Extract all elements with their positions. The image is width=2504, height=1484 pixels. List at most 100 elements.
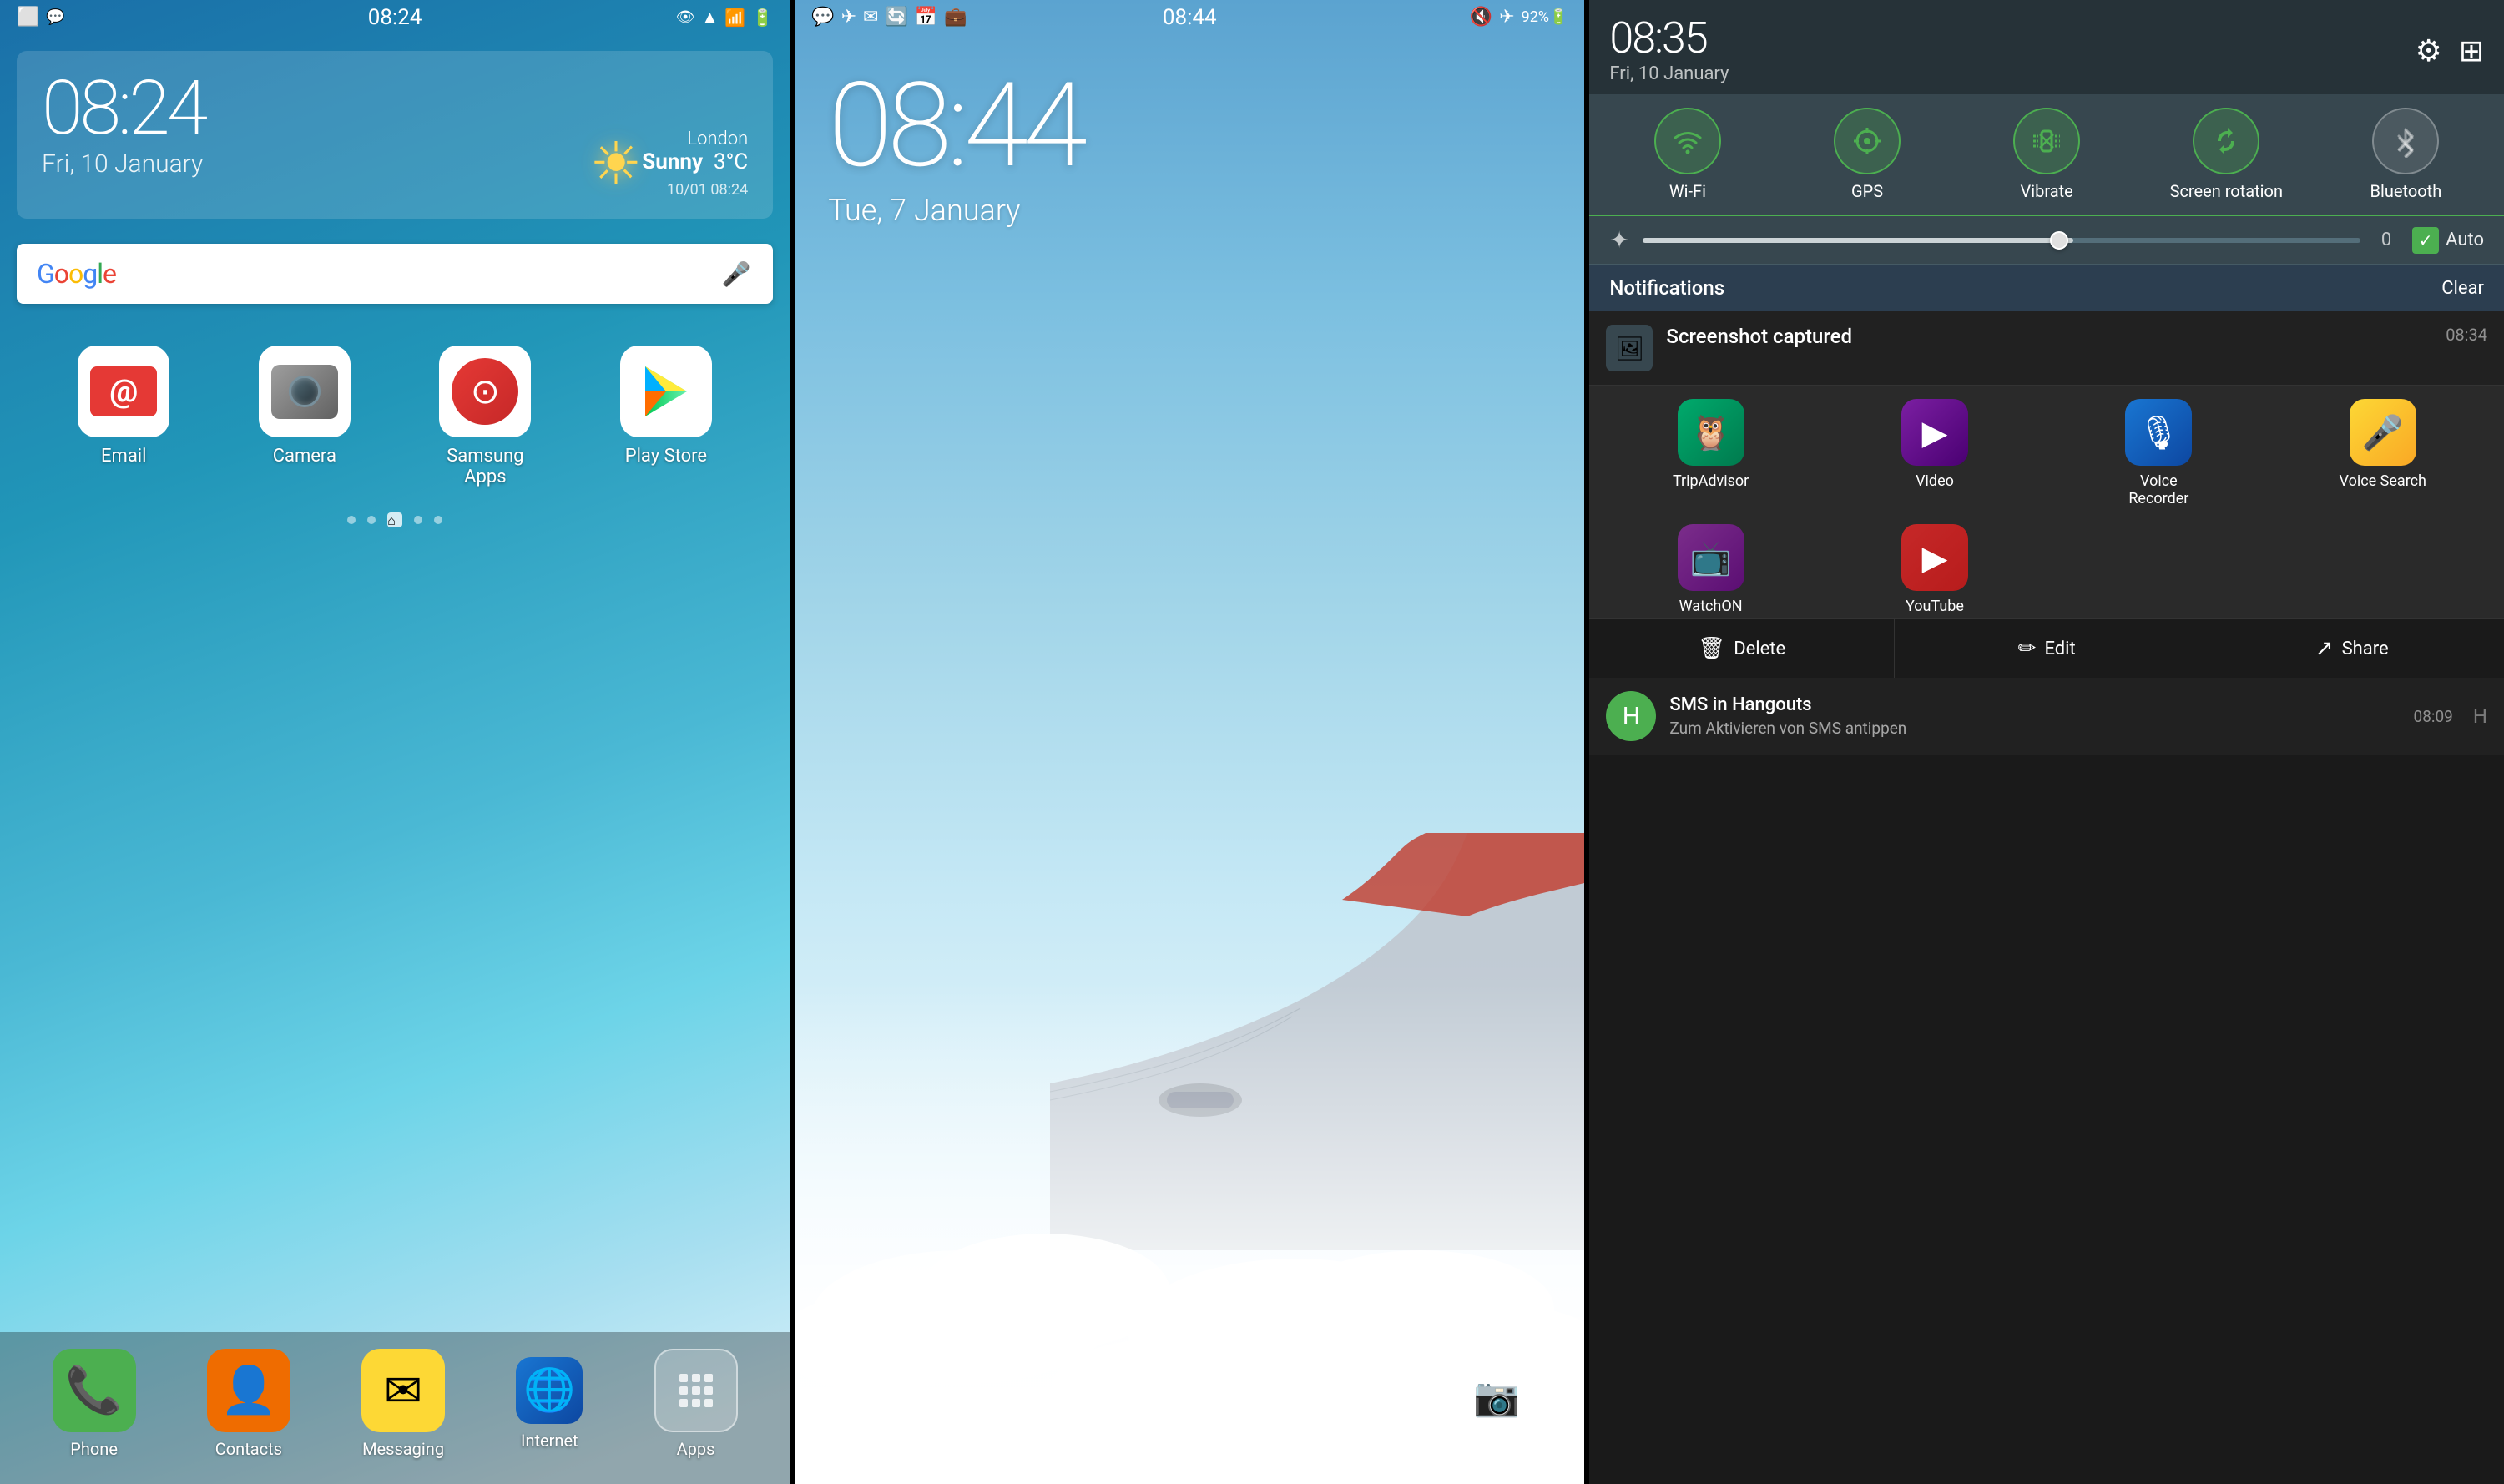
dock-internet[interactable]: 🌐 Internet (516, 1357, 583, 1451)
battery-icon: 🔋 (752, 8, 773, 28)
rotation-toggle-label: Screen rotation (2170, 181, 2283, 201)
hangouts-status-icon: 💬 (811, 7, 834, 28)
video-icon: ▶ (1901, 399, 1968, 466)
toggle-wifi[interactable]: Wi-Fi (1613, 108, 1763, 201)
voicesearch-icon: 🎤 (2350, 399, 2416, 466)
screenshot-notif-title: Screenshot captured (1666, 325, 2432, 348)
apps-drawer: 🦉 TripAdvisor ▶ Video 🎙 VoiceRecorder 🎤 … (1589, 386, 2504, 521)
screenshot-notif-time: 08:34 (2446, 325, 2487, 345)
camera-lens (289, 376, 321, 407)
screenshot-notif-icon: 🖼 (1606, 325, 1653, 371)
playstore-app-label: Play Store (625, 446, 707, 467)
dock-phone[interactable]: 📞 Phone (53, 1349, 136, 1459)
drawer-app-video[interactable]: ▶ Video (1843, 399, 2027, 507)
weather-city: London (642, 129, 748, 149)
toggle-gps[interactable]: GPS (1792, 108, 1942, 201)
apps-grid-dots (669, 1364, 723, 1417)
samsung-app-icon: ⊙ (439, 346, 531, 437)
brightness-icon: ✦ (1609, 226, 1628, 254)
hangouts-icon: 💬 (46, 8, 64, 26)
delete-action-button[interactable]: 🗑 Delete (1589, 619, 1895, 678)
bluetooth-toggle-label: Bluetooth (2370, 181, 2442, 201)
delete-action-label: Delete (1734, 639, 1785, 659)
edit-icon: ✏ (2018, 636, 2037, 661)
gps-toggle-label: GPS (1851, 181, 1883, 201)
camera-icon-inner (271, 365, 338, 419)
page-dot-2 (367, 516, 376, 524)
google-logo: Google (37, 258, 116, 290)
drawer-app-tripadvisor[interactable]: 🦉 TripAdvisor (1619, 399, 1803, 507)
battery-status-p2: 92%🔋 (1522, 8, 1568, 26)
camera-shortcut-button[interactable]: 📷 (1459, 1359, 1534, 1434)
notif-header-icons: ⚙ ⊞ (2416, 33, 2484, 68)
apps-label: Apps (677, 1439, 715, 1459)
internet-label: Internet (521, 1431, 578, 1451)
settings-icon[interactable]: ⚙ (2416, 33, 2442, 68)
share-action-button[interactable]: ↗ Share (2199, 619, 2504, 678)
contacts-label: Contacts (215, 1439, 282, 1459)
auto-brightness-checkbox[interactable]: ✓ Auto (2412, 227, 2484, 254)
edit-action-button[interactable]: ✏ Edit (1895, 619, 2200, 678)
notification-actions: 🗑 Delete ✏ Edit ↗ Share (1589, 618, 2504, 678)
toggle-rotation[interactable]: Screen rotation (2151, 108, 2301, 201)
sms-hangouts-icon: H (1606, 691, 1656, 741)
lockscreen-time: 08:44 (828, 68, 1551, 184)
watchon-label: WatchON (1679, 598, 1743, 615)
weather-timestamp: 10/01 08:24 (642, 181, 748, 199)
bottom-dock: 📞 Phone 👤 Contacts ✉ Messaging 🌐 Interne… (0, 1332, 790, 1484)
auto-brightness-label: Auto (2446, 230, 2484, 250)
drawer-app-voicesearch[interactable]: 🎤 Voice Search (2291, 399, 2475, 507)
app-camera[interactable]: Camera (238, 346, 371, 487)
brightness-value: 0 (2374, 230, 2399, 250)
share-icon: ↗ (2315, 636, 2334, 661)
youtube-label: YouTube (1906, 598, 1964, 615)
drawer-app-youtube[interactable]: ▶ YouTube (1843, 524, 2027, 615)
weather-info: ☀ London Sunny 3°C 10/01 08:24 (42, 129, 748, 199)
status-time-panel1: 08:24 (368, 5, 422, 30)
drawer-app-voicerecorder[interactable]: 🎙 VoiceRecorder (2067, 399, 2250, 507)
contacts-icon: 👤 (207, 1349, 290, 1432)
eye-icon: 👁 (676, 8, 695, 26)
watchon-icon: 📺 (1678, 524, 1744, 591)
dock-contacts[interactable]: 👤 Contacts (207, 1349, 290, 1459)
tripadvisor-icon: 🦉 (1678, 399, 1744, 466)
clear-notifications-button[interactable]: Clear (2441, 278, 2484, 299)
notif-time-block: 08:35 Fri, 10 January (1609, 17, 1729, 84)
signal-icon: 📶 (724, 8, 745, 28)
notification-header: 08:35 Fri, 10 January ⚙ ⊞ (1589, 0, 2504, 94)
toggle-vibrate[interactable]: Vibrate (1971, 108, 2122, 201)
brightness-slider[interactable] (1643, 238, 2360, 243)
email-app-icon (78, 346, 169, 437)
dock-apps[interactable]: Apps (654, 1349, 738, 1459)
screenshot-notification[interactable]: 🖼 Screenshot captured 08:34 (1589, 311, 2504, 386)
camera-app-label: Camera (273, 446, 336, 467)
home-apps-grid: Email Camera ⊙ SamsungApps (0, 346, 790, 487)
sms-notification[interactable]: H SMS in Hangouts Zum Aktivieren von SMS… (1589, 678, 2504, 755)
page-dot-5 (434, 516, 442, 524)
notification-time: 08:35 (1609, 17, 1729, 60)
apps-drawer-row2: 📺 WatchON ▶ YouTube (1589, 521, 2504, 618)
status-icons-left: ⬜ 💬 (17, 7, 65, 28)
grid-view-icon[interactable]: ⊞ (2459, 33, 2484, 68)
mail-status-icon: ✉ (863, 7, 878, 28)
samsung-app-label: SamsungApps (447, 446, 523, 487)
sun-icon: ☀ (589, 129, 642, 199)
app-samsung[interactable]: ⊙ SamsungApps (418, 346, 552, 487)
sms-time: 08:09 (2414, 707, 2453, 726)
drawer-app-watchon[interactable]: 📺 WatchON (1619, 524, 1803, 615)
voicesearch-label: Voice Search (2340, 472, 2426, 490)
app-email[interactable]: Email (57, 346, 190, 487)
bag-status-icon: 💼 (944, 7, 967, 28)
delete-icon: 🗑 (1698, 636, 1725, 661)
toggle-bluetooth[interactable]: Bluetooth (2330, 108, 2481, 201)
mute-icon: 🔇 (1470, 7, 1492, 28)
lockscreen-date: Tue, 7 January (828, 193, 1551, 228)
app-playstore[interactable]: Play Store (599, 346, 733, 487)
status-bar-panel2: 💬 ✈ ✉ 🔄 📅 💼 08:44 🔇 ✈ 92%🔋 (795, 0, 1584, 34)
voice-search-icon[interactable]: 🎤 (719, 257, 753, 290)
page-dot-4 (414, 516, 422, 524)
google-search-bar[interactable]: Google 🎤 (17, 244, 773, 304)
dock-messaging[interactable]: ✉ Messaging (361, 1349, 445, 1459)
quick-toggles: Wi-Fi GPS (1589, 94, 2504, 216)
playstore-app-icon (620, 346, 712, 437)
